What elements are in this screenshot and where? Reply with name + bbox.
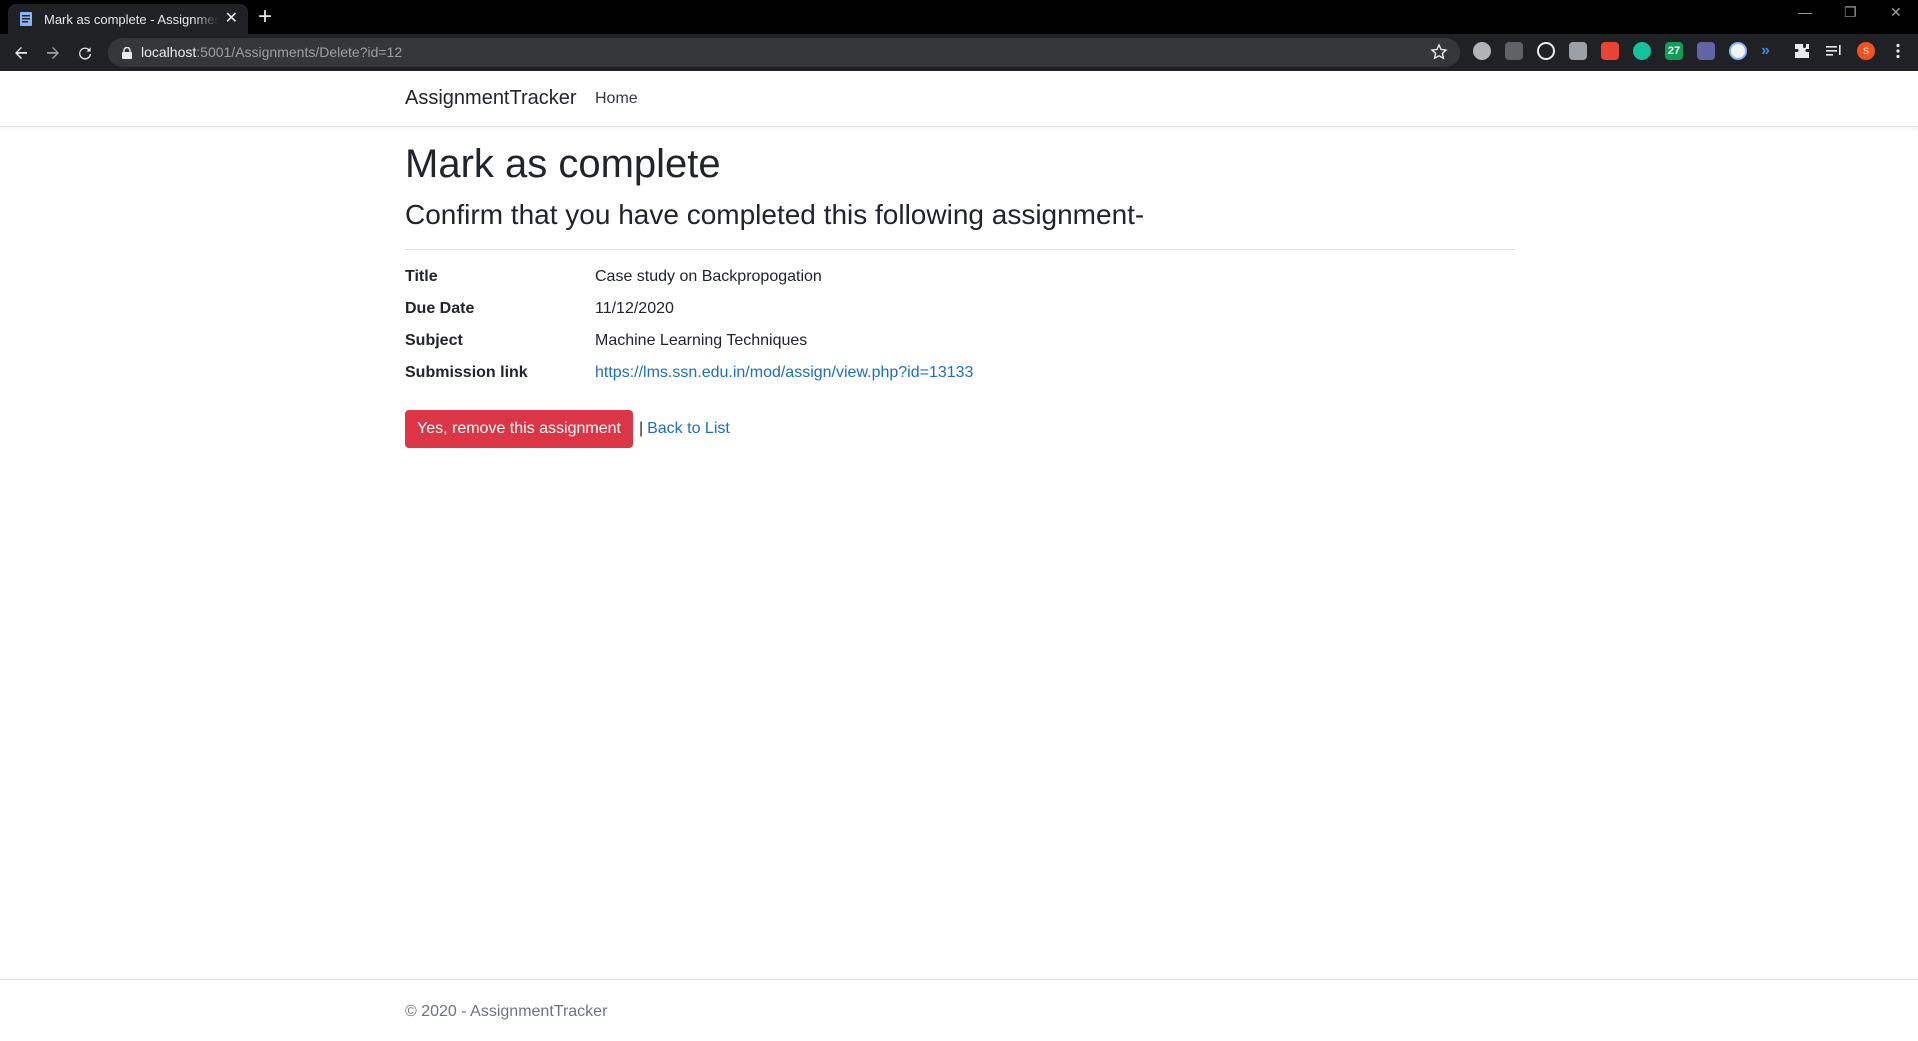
detail-label: Title: [405, 268, 438, 285]
detail-label: Submission link: [405, 364, 528, 381]
browser-tab[interactable]: Mark as complete - AssignmentTracker ✕: [8, 4, 248, 34]
detail-value: 11/12/2020: [595, 300, 674, 317]
minimize-icon[interactable]: —: [1798, 4, 1812, 20]
abp-icon[interactable]: [1473, 42, 1491, 60]
back-icon[interactable]: [10, 42, 32, 64]
bookmark-star-icon[interactable]: [1430, 43, 1448, 66]
page-subtitle: Confirm that you have completed this fol…: [405, 199, 1145, 230]
url-text: localhost:5001/Assignments/Delete?id=12: [141, 44, 403, 60]
site-footer: © 2020 - AssignmentTracker: [0, 979, 1918, 1041]
restore-icon[interactable]: ❐: [1844, 4, 1857, 21]
site-navbar: AssignmentTracker Home: [0, 71, 1918, 127]
nav-link-home[interactable]: Home: [595, 90, 638, 108]
ext-icon-4[interactable]: [1569, 42, 1587, 60]
page-title: Mark as complete: [405, 142, 721, 186]
page-icon: [18, 11, 34, 27]
calendar-icon[interactable]: 27: [1665, 42, 1683, 60]
close-tab-icon[interactable]: ✕: [225, 11, 238, 27]
atom-icon[interactable]: [1537, 42, 1555, 60]
divider: [405, 249, 1515, 250]
close-window-icon[interactable]: ✕: [1890, 4, 1902, 21]
browser-titlebar: Mark as complete - AssignmentTracker ✕ +…: [0, 0, 1918, 34]
detail-row-due-date: Due Date 11/12/2020: [405, 300, 1515, 332]
back-to-list-link[interactable]: Back to List: [647, 420, 730, 438]
submission-link[interactable]: https://lms.ssn.edu.in/mod/assign/view.p…: [595, 364, 973, 381]
reload-icon[interactable]: [74, 42, 96, 64]
detail-label: Subject: [405, 332, 463, 349]
teams-icon[interactable]: [1697, 42, 1715, 60]
detail-row-subject: Subject Machine Learning Techniques: [405, 332, 1515, 364]
detail-label: Due Date: [405, 300, 475, 317]
menu-icon[interactable]: [1889, 42, 1907, 60]
address-bar[interactable]: localhost:5001/Assignments/Delete?id=12: [108, 38, 1460, 67]
footer-copyright: © 2020 - AssignmentTracker: [405, 1003, 608, 1020]
profile-avatar[interactable]: S: [1857, 42, 1875, 60]
form-actions: Yes, remove this assignment | Back to Li…: [405, 410, 730, 448]
separator: |: [638, 420, 644, 437]
puzzle-icon[interactable]: [1793, 42, 1811, 60]
forward-icon[interactable]: [42, 42, 64, 64]
detail-value: Machine Learning Techniques: [595, 332, 808, 349]
remove-assignment-button[interactable]: Yes, remove this assignment: [405, 410, 633, 448]
lock-icon: [122, 46, 132, 64]
assignment-details: Title Case study on Backpropogation Due …: [405, 268, 1515, 396]
browser-toolbar: localhost:5001/Assignments/Delete?id=12: [0, 34, 1918, 71]
detail-row-submission-link: Submission link https://lms.ssn.edu.in/m…: [405, 364, 1515, 396]
new-tab-button[interactable]: +: [258, 5, 272, 29]
tab-title: Mark as complete - AssignmentTracker: [44, 11, 219, 27]
wave-icon[interactable]: »: [1761, 42, 1779, 60]
playlist-icon[interactable]: [1825, 42, 1843, 60]
grammarly-icon[interactable]: [1633, 42, 1651, 60]
detail-value: Case study on Backpropogation: [595, 268, 822, 285]
gmail-icon[interactable]: [1601, 42, 1619, 60]
ext-icon-2[interactable]: [1505, 42, 1523, 60]
detail-value: https://lms.ssn.edu.in/mod/assign/view.p…: [595, 364, 973, 382]
navbar-brand[interactable]: AssignmentTracker: [405, 87, 577, 110]
face-icon[interactable]: [1729, 42, 1747, 60]
detail-row-title: Title Case study on Backpropogation: [405, 268, 1515, 300]
